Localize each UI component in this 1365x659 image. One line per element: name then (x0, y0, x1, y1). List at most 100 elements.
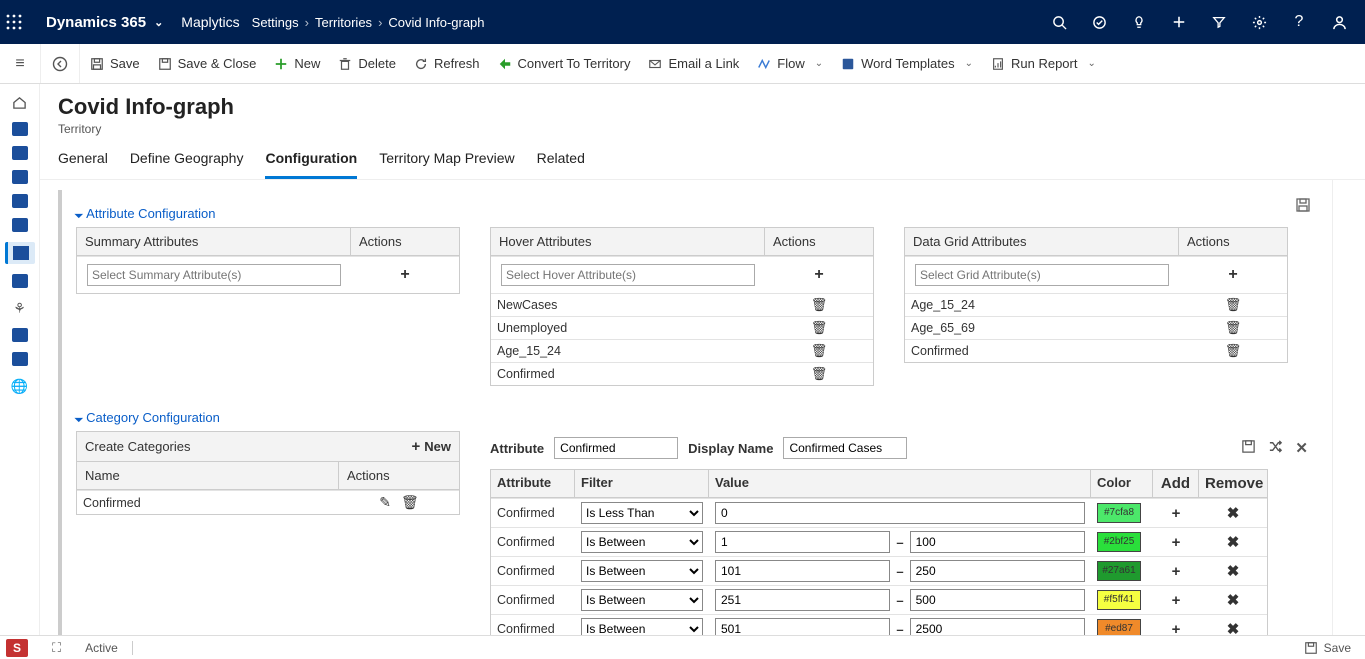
color-swatch[interactable]: #7cfa8 (1097, 503, 1141, 523)
value-to-input[interactable] (910, 589, 1085, 611)
delete-icon[interactable]: 🗑 (1225, 320, 1242, 335)
rail-item-7[interactable]: ⚘ (9, 298, 31, 318)
add-rule-button[interactable]: + (1172, 534, 1181, 551)
delete-icon[interactable]: 🗑 (811, 343, 828, 358)
remove-rule-button[interactable]: ✖ (1227, 504, 1240, 522)
value-from-input[interactable] (715, 618, 890, 635)
new-button[interactable]: New (274, 56, 320, 71)
filter-select[interactable]: Is Between (581, 531, 703, 553)
tab-define-geography[interactable]: Define Geography (130, 150, 244, 179)
summary-add-button[interactable]: + (351, 263, 459, 287)
back-button[interactable] (40, 44, 80, 83)
new-category-button[interactable]: +New (412, 438, 452, 455)
task-icon[interactable] (1079, 0, 1119, 44)
remove-rule-button[interactable]: ✖ (1227, 620, 1240, 635)
lightbulb-icon[interactable] (1119, 0, 1159, 44)
filter-select[interactable]: Is Between (581, 560, 703, 582)
settings-icon[interactable] (1239, 0, 1279, 44)
section-category-configuration[interactable]: Category Configuration (76, 410, 1308, 425)
convert-button[interactable]: Convert To Territory (498, 56, 631, 71)
value-to-input[interactable] (910, 618, 1085, 635)
save-button[interactable]: Save (90, 56, 140, 71)
rail-item-5[interactable] (12, 218, 28, 232)
sitemap-toggle[interactable]: ≡ (0, 44, 40, 83)
status-badge[interactable]: S (6, 639, 28, 657)
add-rule-button[interactable]: + (1172, 592, 1181, 609)
expand-icon[interactable]: ⛶ (52, 640, 61, 656)
color-swatch[interactable]: #ed87 (1097, 619, 1141, 635)
filter-select[interactable]: Is Between (581, 589, 703, 611)
rail-item-8[interactable] (12, 328, 28, 342)
hover-add-button[interactable]: + (765, 263, 873, 287)
rail-item-9[interactable] (12, 352, 28, 366)
tab-related[interactable]: Related (537, 150, 585, 179)
filter-select[interactable]: Is Less Than (581, 502, 703, 524)
value-from-input[interactable] (715, 531, 890, 553)
search-icon[interactable] (1039, 0, 1079, 44)
email-link-button[interactable]: Email a Link (648, 56, 739, 71)
flow-button[interactable]: Flow⌄ (757, 56, 823, 71)
tab-general[interactable]: General (58, 150, 108, 179)
breadcrumb-item[interactable]: Settings (252, 15, 299, 30)
value-from-input[interactable] (715, 560, 890, 582)
section-attribute-configuration[interactable]: Attribute Configuration (76, 206, 1308, 221)
attribute-input[interactable] (554, 437, 678, 459)
rail-item-3[interactable] (12, 170, 28, 184)
app-name[interactable]: Maplytics (169, 14, 251, 30)
value-to-input[interactable] (910, 531, 1085, 553)
value-from-input[interactable] (715, 589, 890, 611)
filter-icon[interactable] (1199, 0, 1239, 44)
rail-item-6[interactable] (12, 274, 28, 288)
breadcrumb-item[interactable]: Covid Info-graph (388, 15, 484, 30)
rail-item-4[interactable] (12, 194, 28, 208)
delete-button[interactable]: Delete (338, 56, 396, 71)
shuffle-icon[interactable] (1268, 439, 1283, 457)
color-swatch[interactable]: #2bf25 (1097, 532, 1141, 552)
color-swatch[interactable]: #27a61 (1097, 561, 1141, 581)
footer-save-button[interactable]: Save (1290, 641, 1365, 655)
word-templates-button[interactable]: Word Templates⌄ (841, 56, 973, 71)
save-icon[interactable] (1241, 439, 1256, 457)
add-rule-button[interactable]: + (1172, 621, 1181, 636)
user-icon[interactable] (1319, 0, 1359, 44)
delete-icon[interactable]: 🗑 (401, 494, 419, 511)
tab-configuration[interactable]: Configuration (265, 150, 357, 179)
refresh-button[interactable]: Refresh (414, 56, 480, 71)
grid-add-button[interactable]: + (1179, 263, 1287, 287)
delete-icon[interactable]: 🗑 (1225, 343, 1242, 358)
rail-item-active[interactable] (5, 242, 35, 264)
inner-save-icon[interactable] (1290, 194, 1316, 216)
remove-rule-button[interactable]: ✖ (1227, 533, 1240, 551)
edit-icon[interactable]: ✎ (379, 494, 391, 511)
breadcrumb-item[interactable]: Territories (315, 15, 372, 30)
rail-item-1[interactable] (12, 122, 28, 136)
grid-select-input[interactable] (915, 264, 1169, 286)
remove-rule-button[interactable]: ✖ (1227, 562, 1240, 580)
rail-item-2[interactable] (12, 146, 28, 160)
delete-icon[interactable]: 🗑 (811, 320, 828, 335)
add-rule-button[interactable]: + (1172, 505, 1181, 522)
filter-select[interactable]: Is Between (581, 618, 703, 635)
delete-icon[interactable]: 🗑 (1225, 297, 1242, 312)
app-launcher-icon[interactable] (6, 14, 40, 30)
delete-icon[interactable]: 🗑 (811, 297, 828, 312)
value-input[interactable] (715, 502, 1085, 524)
rail-globe-icon[interactable]: 🌐 (9, 376, 31, 396)
brand[interactable]: Dynamics 365 ⌄ (40, 14, 169, 31)
hover-select-input[interactable] (501, 264, 755, 286)
display-name-input[interactable] (783, 437, 907, 459)
color-swatch[interactable]: #f5ff41 (1097, 590, 1141, 610)
help-icon[interactable]: ? (1279, 0, 1319, 44)
tab-territory-map-preview[interactable]: Territory Map Preview (379, 150, 514, 179)
add-rule-button[interactable]: + (1172, 563, 1181, 580)
close-icon[interactable]: ✕ (1295, 439, 1308, 457)
email-label: Email a Link (668, 56, 739, 71)
run-report-button[interactable]: Run Report⌄ (991, 56, 1096, 71)
value-to-input[interactable] (910, 560, 1085, 582)
remove-rule-button[interactable]: ✖ (1227, 591, 1240, 609)
summary-select-input[interactable] (87, 264, 341, 286)
add-icon[interactable] (1159, 0, 1199, 44)
delete-icon[interactable]: 🗑 (811, 366, 828, 381)
rail-home-icon[interactable] (9, 92, 31, 112)
save-close-button[interactable]: Save & Close (158, 56, 257, 71)
